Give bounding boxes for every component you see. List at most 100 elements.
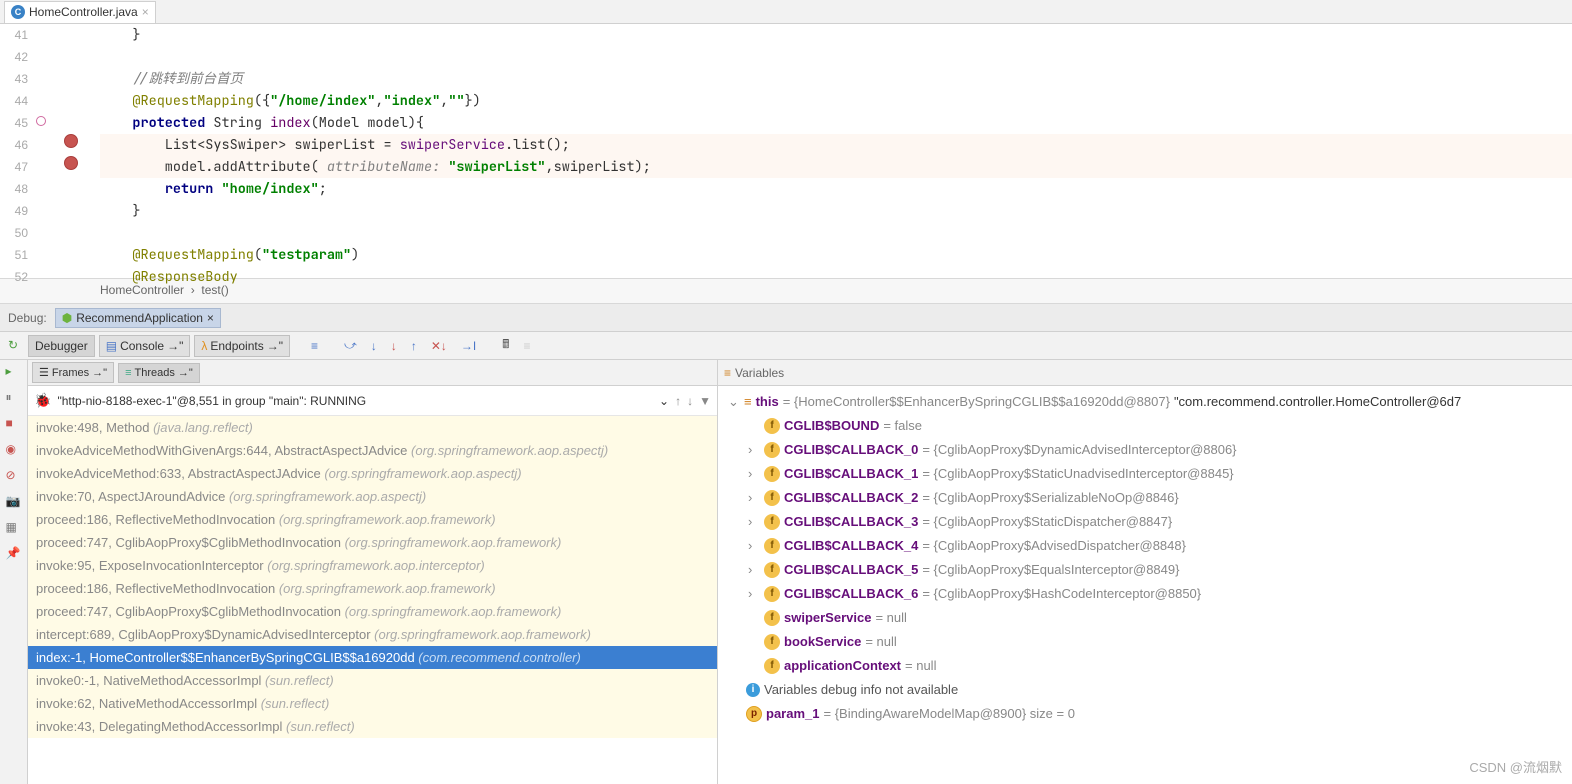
stack-frame[interactable]: invoke:498, Method (java.lang.reflect) [28,416,717,439]
stack-frame[interactable]: invokeAdviceMethodWithGivenArgs:644, Abs… [28,439,717,462]
stack-frame[interactable]: invoke:43, DelegatingMethodAccessorImpl … [28,715,717,738]
close-icon[interactable]: × [207,311,214,325]
variable-row[interactable]: ›fCGLIB$CALLBACK_4 = {CglibAopProxy$Advi… [718,534,1572,558]
stack-frame[interactable]: invoke:70, AspectJAroundAdvice (org.spri… [28,485,717,508]
breadcrumb-method[interactable]: test() [201,283,228,297]
debug-actions-sidebar: ▸ ⏸ ■ ◉ ⊘ 📷 ▦ 📌 [0,360,28,784]
line-gutter: 414243444546474849505152 [0,24,34,278]
expand-icon[interactable]: › [748,536,760,556]
debugger-toolbar: ↻ Debugger ▤Console→" λEndpoints→" ≡ ⤻ ↓… [0,332,1572,360]
stack-frame[interactable]: invokeAdviceMethod:633, AbstractAspectJA… [28,462,717,485]
breakpoint-icon[interactable] [64,156,78,170]
mute-breakpoints-icon[interactable]: ⊘ [6,468,22,484]
breakpoint-icon[interactable] [64,134,78,148]
drop-frame-icon[interactable]: ✕↓ [426,336,452,356]
field-badge-icon: f [764,562,780,578]
file-tab-label: HomeController.java [29,5,138,19]
filter-icon[interactable]: ▼ [699,394,711,408]
variables-tree[interactable]: ⌄ ≡ this = {HomeController$$EnhancerBySp… [718,386,1572,784]
trace-icon[interactable]: ≡ [518,336,535,356]
expand-icon[interactable]: › [748,488,760,508]
watermark: CSDN @流烟默 [1469,757,1562,776]
variable-row[interactable]: ›fCGLIB$CALLBACK_1 = {CglibAopProxy$Stat… [718,462,1572,486]
field-badge-icon: f [764,442,780,458]
variable-row[interactable]: fCGLIB$BOUND = false [718,414,1572,438]
rerun-icon[interactable]: ↻ [8,338,24,354]
stack-frame[interactable]: proceed:186, ReflectiveMethodInvocation … [28,577,717,600]
field-badge-icon: f [764,610,780,626]
resume-icon[interactable]: ▸ [6,364,22,380]
stack-frame[interactable]: invoke0:-1, NativeMethodAccessorImpl (su… [28,669,717,692]
step-over-icon[interactable]: ⤻ [339,335,362,356]
stack-frame[interactable]: invoke:95, ExposeInvocationInterceptor (… [28,554,717,577]
stack-frames-list[interactable]: invoke:498, Method (java.lang.reflect)in… [28,416,717,784]
run-config-tab[interactable]: ⬢ RecommendApplication × [55,308,221,328]
param-badge-icon: p [746,706,762,722]
expand-icon[interactable]: › [748,512,760,532]
tab-endpoints[interactable]: λEndpoints→" [194,335,290,357]
tab-console[interactable]: ▤Console→" [99,335,191,357]
expand-icon[interactable]: › [748,584,760,604]
stack-frame[interactable]: invoke:62, NativeMethodAccessorImpl (sun… [28,692,717,715]
variables-panel: ≡ Variables ⌄ ≡ this = {HomeController$$… [718,360,1572,784]
stack-frame[interactable]: index:-1, HomeController$$EnhancerBySpri… [28,646,717,669]
variable-row[interactable]: ›fCGLIB$CALLBACK_3 = {CglibAopProxy$Stat… [718,510,1572,534]
gutter-markers [34,24,90,278]
variable-row[interactable]: fapplicationContext = null [718,654,1572,678]
run-config-label: RecommendApplication [76,311,203,325]
view-breakpoints-icon[interactable]: ◉ [6,442,22,458]
file-tab[interactable]: C HomeController.java × [4,1,156,23]
previous-frame-icon[interactable]: ↑ [675,394,681,408]
stop-icon[interactable]: ■ [6,416,22,432]
step-into-icon[interactable]: ↓ [366,336,382,356]
field-badge-icon: f [764,586,780,602]
variable-row[interactable]: fbookService = null [718,630,1572,654]
code-body[interactable]: } //跳转到前台首页 @RequestMapping({"/home/inde… [90,24,1572,278]
snapshot-icon[interactable]: 📷 [6,494,22,510]
pause-icon[interactable]: ⏸ [6,390,22,406]
field-badge-icon: f [764,538,780,554]
field-badge-icon: f [764,418,780,434]
variables-title: Variables [735,366,784,380]
evaluate-icon[interactable]: 🖩 [497,332,514,359]
stack-frame[interactable]: proceed:186, ReflectiveMethodInvocation … [28,508,717,531]
variable-row[interactable]: fswiperService = null [718,606,1572,630]
next-frame-icon[interactable]: ↓ [687,394,693,408]
show-exec-point-icon[interactable]: ≡ [306,336,323,356]
expand-icon[interactable]: › [748,440,760,460]
code-editor[interactable]: 414243444546474849505152 } //跳转到前台首页 @Re… [0,24,1572,278]
debug-toolwindow-header: Debug: ⬢ RecommendApplication × [0,304,1572,332]
variable-row[interactable]: ›fCGLIB$CALLBACK_6 = {CglibAopProxy$Hash… [718,582,1572,606]
variable-row[interactable]: ›fCGLIB$CALLBACK_2 = {CglibAopProxy$Seri… [718,486,1572,510]
expand-icon[interactable]: ⌄ [728,392,740,412]
frames-tab-bar: ☰Frames→" ≡Threads→" [28,360,717,386]
frames-panel: ☰Frames→" ≡Threads→" 🐞 "http-nio-8188-ex… [28,360,718,784]
variable-row[interactable]: ›fCGLIB$CALLBACK_5 = {CglibAopProxy$Equa… [718,558,1572,582]
pin-icon[interactable]: 📌 [6,546,22,562]
vars-info-msg: Variables debug info not available [764,680,958,700]
field-badge-icon: f [764,514,780,530]
thread-selector[interactable]: 🐞 "http-nio-8188-exec-1"@8,551 in group … [28,386,717,416]
stack-frame[interactable]: proceed:747, CglibAopProxy$CglibMethodIn… [28,531,717,554]
expand-icon[interactable]: › [748,464,760,484]
field-badge-icon: f [764,658,780,674]
list-icon: ≡ [724,366,731,380]
debug-body: ▸ ⏸ ■ ◉ ⊘ 📷 ▦ 📌 ☰Frames→" ≡Threads→" 🐞 "… [0,360,1572,784]
tab-frames[interactable]: ☰Frames→" [32,362,114,383]
variable-row[interactable]: ›fCGLIB$CALLBACK_0 = {CglibAopProxy$Dyna… [718,438,1572,462]
expand-icon[interactable]: › [748,560,760,580]
debug-thread-icon: 🐞 [34,392,51,409]
tab-debugger[interactable]: Debugger [28,335,95,357]
info-icon: i [746,683,760,697]
close-icon[interactable]: × [142,5,149,19]
step-out-icon[interactable]: ↑ [406,336,422,356]
run-to-cursor-icon[interactable]: →I [456,336,481,356]
dropdown-icon[interactable]: ⌄ [659,394,669,408]
force-step-into-icon[interactable]: ↓ [386,336,402,356]
breadcrumb-class[interactable]: HomeController [100,283,184,297]
field-badge-icon: f [764,466,780,482]
stack-frame[interactable]: intercept:689, CglibAopProxy$DynamicAdvi… [28,623,717,646]
layout-icon[interactable]: ▦ [6,520,22,536]
tab-threads[interactable]: ≡Threads→" [118,363,200,383]
stack-frame[interactable]: proceed:747, CglibAopProxy$CglibMethodIn… [28,600,717,623]
